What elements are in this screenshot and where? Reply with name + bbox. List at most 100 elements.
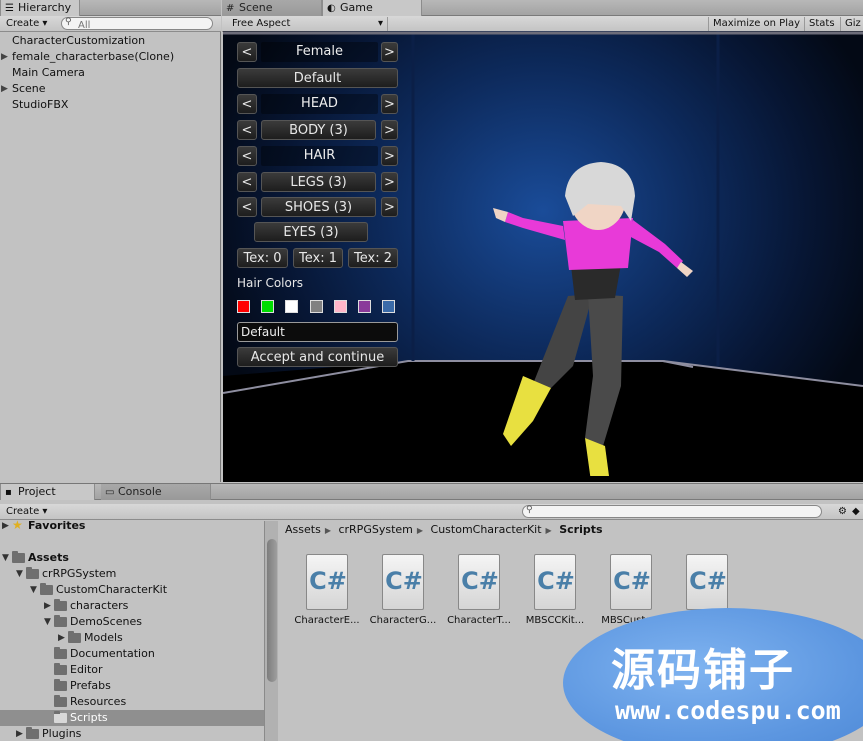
project-search-input[interactable] [523,508,821,519]
eyes-button[interactable]: EYES (3) [254,222,368,242]
hair-color-swatch-blue[interactable] [382,300,395,313]
breadcrumb-item[interactable]: CustomCharacterKit [431,523,542,536]
star-icon: ★ [12,518,23,532]
expand-arrow-icon[interactable]: ▶ [44,598,51,614]
hair-color-swatch-white[interactable] [285,300,298,313]
body-next-button[interactable]: > [381,120,398,140]
body-prev-button[interactable]: < [237,120,257,140]
tree-item-assets[interactable]: ▼ Assets [0,550,264,566]
tree-item[interactable]: ▼ DemoScenes [0,614,264,630]
tab-hierarchy[interactable]: ☰ Hierarchy [0,0,80,16]
texture-2-button[interactable]: Tex: 2 [348,248,398,268]
hair-color-swatch-pink[interactable] [334,300,347,313]
hair-color-swatch-red[interactable] [237,300,250,313]
character-name-field[interactable]: Default [237,322,398,342]
maximize-on-play-button[interactable]: Maximize on Play [708,17,804,31]
hair-color-swatch-green[interactable] [261,300,274,313]
game-tabbar: # Scene ◐ Game [222,0,863,16]
tab-project[interactable]: ▪ Project [0,484,95,500]
legs-next-button[interactable]: > [381,172,398,192]
tab-scene[interactable]: # Scene [222,0,322,16]
tree-item[interactable]: Editor [0,662,264,678]
game-view[interactable]: < Female > Default < HEAD > < BODY (3) >… [223,31,863,482]
breadcrumb: Assets ▶ crRPGSystem ▶ CustomCharacterKit ▶… [279,521,863,539]
chevron-right-icon: ▶ [324,526,331,535]
breadcrumb-item-current[interactable]: Scripts [559,523,602,536]
tree-scrollbar[interactable] [264,521,278,741]
hierarchy-item[interactable]: Main Camera [0,65,220,81]
expand-arrow-icon[interactable]: ▶ [1,81,8,97]
tree-item[interactable]: ▶ Models [0,630,264,646]
collapse-arrow-icon[interactable]: ▼ [2,550,9,566]
gizmos-button[interactable]: Giz [840,17,863,31]
game-icon: ◐ [327,3,336,14]
tab-console[interactable]: ▭ Console [101,484,211,500]
collapse-arrow-icon[interactable]: ▼ [16,566,23,582]
hierarchy-item[interactable]: ▶ Scene [0,81,220,97]
accept-continue-button[interactable]: Accept and continue [237,347,398,367]
expand-arrow-icon[interactable]: ▶ [2,518,9,534]
gender-next-button[interactable]: > [381,42,398,62]
asset-script[interactable]: C# CharacterE... [292,554,362,634]
hierarchy-item[interactable]: CharacterCustomization [0,33,220,49]
collapse-arrow-icon[interactable]: ▼ [30,582,37,598]
list-icon: ☰ [5,3,14,14]
collapse-arrow-icon[interactable]: ▼ [44,614,51,630]
body-button[interactable]: BODY (3) [261,120,376,140]
hierarchy-item[interactable]: StudioFBX [0,97,220,113]
gender-prev-button[interactable]: < [237,42,257,62]
hair-color-swatch-gray[interactable] [310,300,323,313]
tree-item-selected[interactable]: Scripts [0,710,264,726]
shoes-prev-button[interactable]: < [237,197,257,217]
breadcrumb-item[interactable]: crRPGSystem [338,523,412,536]
legs-button[interactable]: LEGS (3) [261,172,376,192]
texture-0-button[interactable]: Tex: 0 [237,248,288,268]
tree-scrollbar-thumb[interactable] [267,539,277,682]
hair-color-swatch-purple[interactable] [358,300,371,313]
tree-item[interactable]: ▼ CustomCharacterKit [0,582,264,598]
folder-icon [54,711,67,723]
head-next-button[interactable]: > [381,94,398,114]
project-tabbar: ▪ Project ▭ Console [0,484,863,500]
dropdown-arrow-icon: ▾ [377,18,383,29]
project-create-button[interactable]: Create ▾ [2,505,51,519]
csharp-script-icon: C# [686,554,728,610]
expand-arrow-icon[interactable]: ▶ [58,630,65,646]
filter-by-label-icon[interactable]: ◆ [848,505,863,519]
hierarchy-search-input[interactable] [62,20,212,31]
gender-label: Female [261,42,378,62]
asset-script[interactable]: C# CharacterG... [368,554,438,634]
preset-button[interactable]: Default [237,68,398,88]
tree-item[interactable]: Documentation [0,646,264,662]
tree-item[interactable]: Resources [0,694,264,710]
tree-item[interactable]: ▶ characters [0,598,264,614]
breadcrumb-item[interactable]: Assets [285,523,321,536]
expand-arrow-icon[interactable]: ▶ [1,49,8,65]
hierarchy-item[interactable]: ▶ female_characterbase(Clone) [0,49,220,65]
tree-item-favorites[interactable]: ▶ ★ Favorites [0,518,264,534]
hierarchy-search-box[interactable]: ⚲ [61,17,213,31]
tree-item[interactable]: Prefabs [0,678,264,694]
hair-prev-button[interactable]: < [237,146,257,166]
tree-item[interactable]: ▼ crRPGSystem [0,566,264,582]
watermark-chinese-text: 源码铺子 [611,645,795,696]
hierarchy-create-button[interactable]: Create ▾ [2,17,51,31]
asset-script[interactable]: C# CharacterT... [444,554,514,634]
tab-game[interactable]: ◐ Game [322,0,422,16]
stats-button[interactable]: Stats [804,17,839,31]
tree-item[interactable]: ▶ Plugins [0,726,264,741]
expand-arrow-icon[interactable]: ▶ [16,726,23,741]
csharp-script-icon: C# [382,554,424,610]
search-icon: ⚲ [65,17,72,27]
legs-prev-button[interactable]: < [237,172,257,192]
grid-icon: # [226,3,235,14]
hair-next-button[interactable]: > [381,146,398,166]
shoes-next-button[interactable]: > [381,197,398,217]
shoes-button[interactable]: SHOES (3) [261,197,376,217]
asset-script[interactable]: C# MBSCCKit... [520,554,590,634]
texture-1-button[interactable]: Tex: 1 [293,248,343,268]
csharp-script-icon: C# [534,554,576,610]
aspect-dropdown[interactable]: Free Aspect ▾ [228,17,388,31]
project-search-box[interactable]: ⚲ [522,505,822,519]
head-prev-button[interactable]: < [237,94,257,114]
